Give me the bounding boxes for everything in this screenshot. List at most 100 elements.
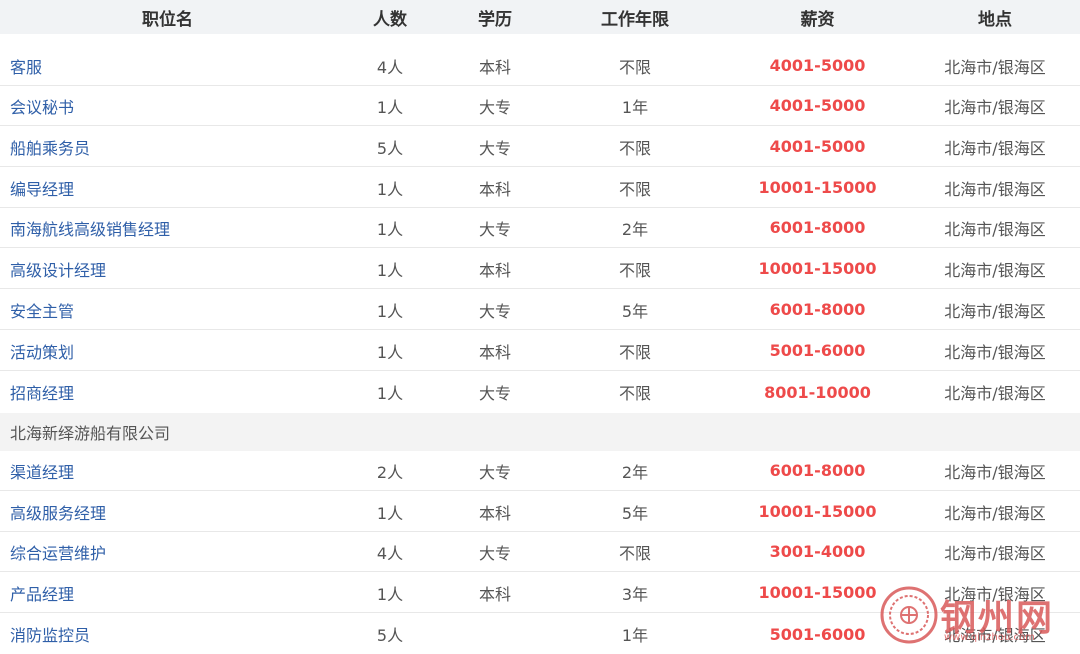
table-row: 高级服务经理 1人 本科 5年 10001-15000 北海市/银海区: [0, 492, 1080, 532]
job-location: 北海市/银海区: [944, 57, 1046, 77]
table-row: 会议秘书 1人 大专 1年 4001-5000 北海市/银海区: [0, 86, 1080, 126]
job-count: 4人: [376, 57, 404, 77]
table-row: 活动策划 1人 本科 不限 5001-6000 北海市/银海区: [0, 331, 1080, 371]
company-name: 北海新绎游船有限公司: [0, 413, 1080, 451]
job-title-link[interactable]: 船舶乘务员: [10, 139, 90, 158]
job-experience: 不限: [618, 138, 651, 158]
job-location: 北海市/银海区: [944, 301, 1046, 321]
job-salary: 6001-8000: [769, 461, 866, 480]
job-title-link[interactable]: 渠道经理: [10, 463, 74, 482]
job-experience: 1年: [621, 97, 649, 117]
seal-icon: [880, 586, 938, 643]
job-experience: 2年: [621, 219, 649, 239]
job-experience: 不限: [618, 260, 651, 280]
job-education: 大专: [478, 543, 511, 563]
header-salary: 薪资: [800, 9, 835, 30]
watermark-url: www.qinzhou.com: [944, 632, 1035, 643]
table-row: 南海航线高级销售经理 1人 大专 2年 6001-8000 北海市/银海区: [0, 208, 1080, 248]
table-row: 高级设计经理 1人 本科 不限 10001-15000 北海市/银海区: [0, 249, 1080, 289]
job-education: 本科: [478, 342, 511, 362]
job-salary: 6001-8000: [769, 300, 866, 319]
job-experience: 5年: [621, 503, 649, 523]
job-title-link[interactable]: 会议秘书: [10, 98, 74, 117]
job-location: 北海市/银海区: [944, 138, 1046, 158]
job-education: 本科: [478, 503, 511, 523]
job-title-link[interactable]: 产品经理: [10, 585, 74, 604]
job-count: 1人: [376, 179, 404, 199]
table-row: 船舶乘务员 5人 大专 不限 4001-5000 北海市/银海区: [0, 127, 1080, 167]
job-salary: 10001-15000: [758, 259, 877, 278]
header-title: 职位名: [142, 9, 193, 30]
job-experience: 不限: [618, 57, 651, 77]
job-count: 1人: [376, 384, 404, 403]
header-location: 地点: [978, 9, 1012, 30]
job-location: 北海市/银海区: [944, 97, 1046, 117]
job-location: 北海市/银海区: [944, 219, 1046, 239]
job-salary: 5001-6000: [769, 341, 866, 360]
job-count: 1人: [376, 342, 404, 362]
job-count: 1人: [376, 260, 404, 280]
job-education: 本科: [478, 57, 511, 77]
job-title-link[interactable]: 综合运营维护: [10, 544, 106, 563]
table-row: 客服 4人 本科 不限 4001-5000 北海市/银海区: [0, 46, 1080, 86]
job-title-link[interactable]: 客服: [10, 58, 42, 77]
job-salary: 10001-15000: [758, 178, 877, 197]
job-title-link[interactable]: 安全主管: [10, 302, 74, 321]
job-count: 1人: [376, 301, 404, 321]
job-education: 本科: [478, 260, 511, 280]
job-education: 大专: [478, 462, 511, 482]
job-title-link[interactable]: 活动策划: [10, 343, 74, 362]
job-location: 北海市/银海区: [944, 543, 1046, 563]
job-education: 本科: [478, 584, 511, 604]
job-experience: 2年: [621, 462, 649, 482]
job-location: 北海市/银海区: [944, 179, 1046, 199]
table-header: 职位名 人数 学历 工作年限 薪资 地点: [0, 0, 1080, 34]
job-education: 大专: [478, 97, 511, 117]
table-row: 综合运营维护 4人 大专 不限 3001-4000 北海市/银海区: [0, 532, 1080, 572]
job-count: 1人: [376, 219, 404, 239]
job-experience: 5年: [621, 301, 649, 321]
job-count: 1人: [376, 503, 404, 523]
job-title-link[interactable]: 消防监控员: [10, 626, 90, 645]
job-education: 大专: [478, 138, 511, 158]
job-count: 1人: [376, 584, 404, 604]
job-location: 北海市/银海区: [944, 503, 1046, 523]
table-row: 安全主管 1人 大专 5年 6001-8000 北海市/银海区: [0, 290, 1080, 330]
job-count: 1人: [376, 97, 404, 117]
job-experience: 不限: [618, 543, 651, 563]
job-salary: 3001-4000: [769, 542, 866, 561]
job-title-link[interactable]: 高级设计经理: [10, 261, 106, 280]
job-education: 本科: [478, 179, 511, 199]
job-title-link[interactable]: 招商经理: [10, 384, 74, 403]
job-education: 大专: [478, 219, 511, 239]
job-title-link[interactable]: 高级服务经理: [10, 504, 106, 523]
job-salary: 4001-5000: [769, 56, 866, 75]
job-location: 北海市/银海区: [944, 462, 1046, 482]
job-salary: 8001-10000: [764, 382, 871, 402]
job-experience: 不限: [618, 384, 651, 403]
job-count: 5人: [376, 626, 404, 645]
table-row: 渠道经理 2人 大专 2年 6001-8000 北海市/银海区: [0, 451, 1080, 491]
job-location: 北海市/银海区: [944, 260, 1046, 280]
header-count: 人数: [373, 9, 407, 30]
job-experience: 1年: [621, 626, 649, 645]
job-count: 2人: [376, 462, 404, 482]
job-salary: 10001-15000: [758, 502, 877, 521]
job-experience: 不限: [618, 342, 651, 362]
watermark: 钢州网 www.qinzhou.com: [878, 580, 1076, 649]
job-experience: 不限: [618, 179, 651, 199]
job-education: 大专: [478, 384, 511, 403]
header-education: 学历: [478, 9, 512, 30]
job-location: 北海市/银海区: [944, 384, 1046, 403]
job-experience: 3年: [621, 584, 649, 604]
job-location: 北海市/银海区: [944, 342, 1046, 362]
table-row: 编导经理 1人 本科 不限 10001-15000 北海市/银海区: [0, 168, 1080, 208]
job-count: 5人: [376, 138, 404, 158]
job-salary: 6001-8000: [769, 218, 866, 237]
job-education: 大专: [478, 301, 511, 321]
job-salary: 4001-5000: [769, 96, 866, 115]
header-experience: 工作年限: [601, 9, 669, 30]
job-title-link[interactable]: 编导经理: [10, 180, 74, 199]
job-title-link[interactable]: 南海航线高级销售经理: [10, 220, 170, 239]
job-count: 4人: [376, 543, 404, 563]
